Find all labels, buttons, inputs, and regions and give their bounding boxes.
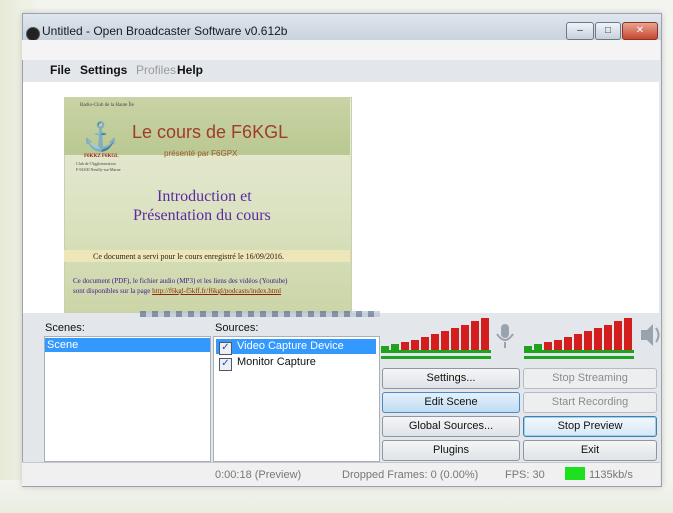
- source-checkbox-video-capture[interactable]: ✓: [219, 342, 232, 355]
- slide-subtitle: présenté par F6GPX: [164, 149, 238, 158]
- menu-settings[interactable]: Settings: [80, 63, 127, 77]
- slide-title: Le cours de F6KGL: [132, 122, 289, 142]
- exit-button[interactable]: Exit: [523, 440, 657, 461]
- microphone-icon: [496, 324, 514, 348]
- scenes-list[interactable]: [44, 336, 211, 462]
- scene-item[interactable]: Scene: [45, 338, 210, 352]
- menu-file[interactable]: File: [50, 63, 71, 77]
- sources-label: Sources:: [215, 322, 259, 334]
- slide-small-header: Radio-Club de la Haute Île: [80, 103, 134, 108]
- source-label-monitor-capture: Monitor Capture: [237, 356, 316, 368]
- stop-streaming-button[interactable]: Stop Streaming: [523, 368, 657, 389]
- slide-intro-line1: Introduction et: [157, 188, 252, 205]
- bitrate-indicator: [565, 467, 585, 480]
- source-item-monitor-capture[interactable]: ✓ Monitor Capture: [216, 355, 316, 371]
- start-recording-button[interactable]: Start Recording: [523, 392, 657, 413]
- slide-info-line2: sont disponibles sur la page http://f6kg…: [73, 287, 281, 295]
- menu-help[interactable]: Help: [177, 63, 203, 77]
- slide-info-line1: Ce document (PDF), le fichier audio (MP3…: [73, 277, 288, 285]
- edit-scene-button[interactable]: Edit Scene: [382, 392, 520, 413]
- slide-note: Ce document a servi pour le cours enregi…: [93, 252, 285, 261]
- slide-logo-sub1: Club de l'Agglomeration: [76, 161, 116, 166]
- close-button[interactable]: ✕: [622, 22, 658, 40]
- slide-logo-text: F6KKZ F6KGL: [84, 154, 119, 159]
- slide-intro-line2: Présentation du cours: [133, 207, 271, 224]
- stop-preview-button[interactable]: Stop Preview: [523, 416, 657, 437]
- source-checkbox-monitor-capture[interactable]: ✓: [219, 358, 232, 371]
- slide-info-link: http://f6kgl-f5kff.fr/f6kgl/podcasts/ind…: [152, 287, 282, 295]
- global-sources-button[interactable]: Global Sources...: [382, 416, 520, 437]
- menu-profiles[interactable]: Profiles: [136, 63, 176, 77]
- status-time: 0:00:18 (Preview): [215, 469, 302, 481]
- audio-meters: [381, 318, 660, 359]
- source-label-video-capture: Video Capture Device: [237, 340, 344, 352]
- captured-taskbar-strip: [140, 311, 380, 317]
- window-title: Untitled - Open Broadcaster Software v0.…: [42, 24, 288, 38]
- status-fps: FPS: 30: [505, 469, 545, 481]
- slide-info-prefix: sont disponibles sur la page: [73, 287, 153, 295]
- settings-button[interactable]: Settings...: [382, 368, 520, 389]
- minimize-button[interactable]: –: [566, 22, 594, 40]
- source-item-video-capture[interactable]: ✓ Video Capture Device: [216, 339, 376, 355]
- desktop-volume-meter: [524, 318, 634, 359]
- status-bitrate: 1135kb/s: [589, 469, 633, 481]
- anchor-logo-icon: ⚓: [83, 121, 118, 152]
- plugins-button[interactable]: Plugins: [382, 440, 520, 461]
- maximize-button[interactable]: □: [595, 22, 621, 40]
- obs-app-icon: [26, 27, 40, 41]
- mic-volume-meter: [381, 318, 491, 359]
- scenes-label: Scenes:: [45, 322, 85, 334]
- status-dropped-frames: Dropped Frames: 0 (0.00%): [342, 469, 479, 481]
- menu-bar: [22, 40, 660, 60]
- speaker-icon: [641, 324, 660, 346]
- slide-logo-sub2: F-94100 Neuilly-sur-Marne: [76, 167, 121, 172]
